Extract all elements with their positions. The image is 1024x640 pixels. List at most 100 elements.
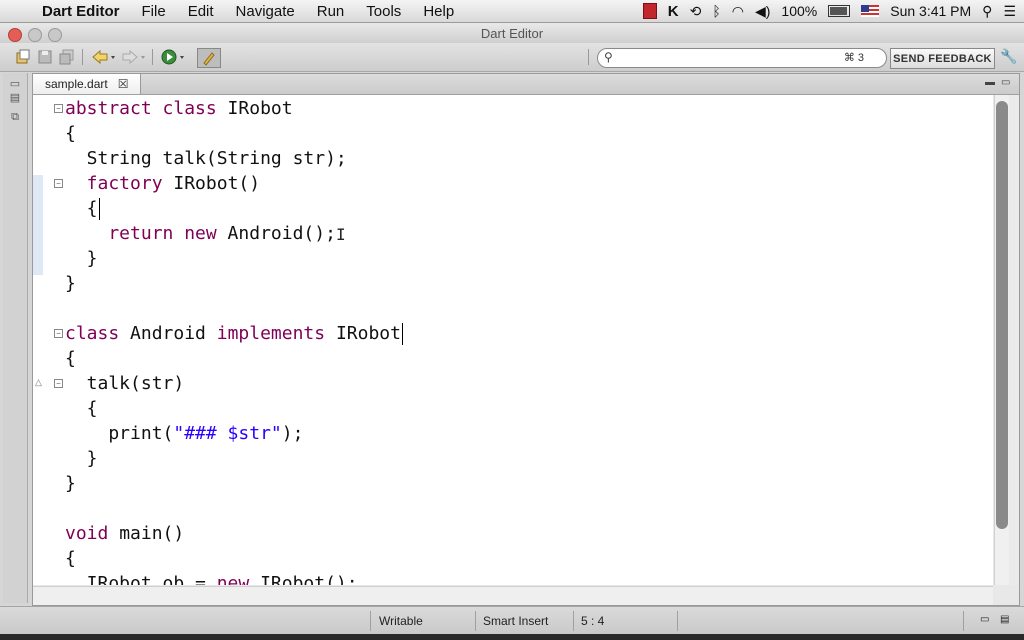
fold-toggle[interactable]: − [54,104,63,113]
code-text: print( [65,423,174,444]
code-line: { [65,548,76,569]
k-icon[interactable]: K [668,3,679,20]
status-cursor-position: 5 : 4 [581,614,605,628]
code-line: } [65,273,76,294]
wrench-icon[interactable]: 🔧 [1000,48,1018,67]
window-title: Dart Editor [480,26,544,41]
fold-toggle[interactable]: − [54,329,63,338]
code-line: } [65,448,98,469]
vertical-scrollbar[interactable] [994,95,1009,585]
code-text: ); [281,423,304,444]
save-icon[interactable] [36,48,54,66]
code-text: IRobot [325,323,401,344]
text-caret [401,323,403,345]
code-text: Android [119,323,217,344]
text-caret [98,198,100,220]
status-separator [963,611,964,631]
battery-percent[interactable]: 100% [781,3,817,19]
horizontal-scrollbar[interactable] [33,586,993,605]
menu-help[interactable]: Help [412,3,465,20]
restore-icon[interactable]: ▭ [8,77,22,90]
code-text: { [65,198,98,219]
files-view-icon[interactable]: ▤ [8,91,22,104]
annotation-ruler: − − − − △ [33,95,63,585]
search-icon: ⚲ [604,50,613,64]
code-text: IRobot [216,98,293,119]
editor-pane: sample.dart ☒ ▬ ▭ − − − − △ abstract cla… [32,73,1020,606]
mouse-ibeam-cursor: I [336,225,346,244]
menu-edit[interactable]: Edit [177,3,225,20]
status-bar: Writable Smart Insert 5 : 4 ▭ ▤ [0,606,1024,635]
status-separator [677,611,678,631]
status-writable: Writable [379,614,423,628]
keyword: class [65,323,120,344]
code-text: IRobot() [162,173,261,194]
fold-toggle[interactable]: − [54,179,63,188]
outline-view-icon[interactable]: ⧉ [8,111,22,124]
code-line: void main() [65,521,184,546]
status-separator [475,611,476,631]
menu-tools[interactable]: Tools [355,3,412,20]
new-file-icon[interactable] [14,48,32,66]
close-icon[interactable]: ☒ [118,77,129,91]
restore-view-icon[interactable]: ▭ [980,614,989,625]
recording-icon[interactable] [642,3,657,19]
code-line: talk(str) [65,373,185,394]
keyword: void [65,523,109,544]
toolbar-separator [588,49,589,65]
code-text: IRobot(); [249,573,358,585]
battery-icon[interactable] [828,5,851,17]
time-machine-icon[interactable]: ⟲ [690,3,702,20]
code-line: } [65,473,76,494]
tab-label: sample.dart [45,77,108,91]
back-icon[interactable] [90,48,118,66]
search-input[interactable] [622,51,822,65]
keyword: abstract class [65,98,217,119]
menu-run[interactable]: Run [306,3,356,20]
keyword: factory [65,173,163,194]
code-text: Android(); [216,223,336,244]
keyword: new [216,573,250,585]
minimize-view-icon[interactable]: ▬ [985,77,995,88]
code-text: IRobot ob = [65,573,217,585]
volume-icon[interactable]: ◀) [755,3,770,20]
menu-navigate[interactable]: Navigate [225,3,306,20]
menu-app-name[interactable]: Dart Editor [38,3,131,20]
scroll-thumb[interactable] [996,101,1008,529]
flag-icon[interactable] [861,5,880,17]
layout-view-icon[interactable]: ▤ [1000,614,1009,625]
forward-icon[interactable] [120,48,148,66]
wifi-icon[interactable]: ◠ [732,3,744,20]
search-field[interactable]: ⚲ ⌘ 3 [597,48,887,68]
run-icon[interactable] [160,48,188,66]
clean-icon[interactable] [197,48,221,68]
code-line: { [65,196,100,221]
status-separator [573,611,574,631]
clock[interactable]: Sun 3:41 PM [890,3,971,19]
screen-bottom-edge [0,634,1024,640]
fold-toggle[interactable]: − [54,379,63,388]
tab-sample-dart[interactable]: sample.dart ☒ [33,74,141,94]
search-shortcut: ⌘ 3 [843,52,864,64]
code-line: } [65,248,98,269]
code-line: IRobot ob = new IRobot(); [65,571,358,585]
spotlight-icon[interactable]: ⚲ [982,3,992,20]
menu-file[interactable]: File [131,3,177,20]
maximize-view-icon[interactable]: ▭ [1001,77,1011,88]
overview-ruler [1009,95,1019,585]
keyword: return new [65,223,217,244]
override-marker-icon[interactable]: △ [35,377,42,388]
send-feedback-button[interactable]: SEND FEEDBACK [890,48,995,69]
menu-bar: Dart Editor File Edit Navigate Run Tools… [0,0,1024,23]
left-trim-bar: ▭ ▤ ⧉ [3,73,28,603]
bluetooth-icon[interactable]: ᛒ [712,3,720,19]
keyword: implements [216,323,326,344]
code-line: abstract class IRobot [65,96,293,121]
save-all-icon[interactable] [58,48,76,66]
change-marker [33,175,43,275]
toolbar-separator [82,49,83,65]
code-line: class Android implements IRobot [65,321,403,346]
code-line: { [65,348,76,369]
list-icon[interactable]: ☰ [1003,3,1016,20]
code-editor[interactable]: − − − − △ abstract class IRobot { String… [33,95,993,585]
